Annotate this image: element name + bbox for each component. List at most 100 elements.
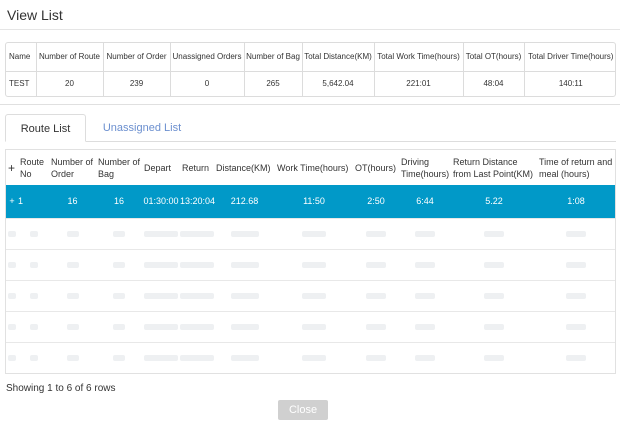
summary-cell: 48:04	[463, 71, 525, 96]
summary-cell: 221:01	[374, 71, 464, 96]
placeholder-cell	[49, 341, 96, 373]
skeleton-bar	[230, 293, 259, 300]
header-driving-time[interactable]: Driving Time(hours)	[399, 150, 451, 185]
placeholder-cell	[142, 341, 180, 373]
skeleton-bar	[66, 293, 79, 300]
cell-work-time: 11:50	[275, 185, 353, 218]
summary-header-unassigned: Unassigned Orders	[170, 43, 245, 72]
placeholder-cell	[142, 279, 180, 311]
skeleton-bar	[566, 293, 586, 300]
header-return[interactable]: Return	[180, 150, 214, 185]
skeleton-bar	[29, 293, 38, 300]
skeleton-bar	[566, 355, 586, 362]
header-route-no[interactable]: Route No	[18, 150, 49, 185]
placeholder-cell	[353, 310, 399, 342]
skeleton-bar	[180, 355, 214, 362]
header-number-of-bag[interactable]: Number of Bag	[96, 150, 142, 185]
placeholder-cell	[353, 341, 399, 373]
placeholder-cell	[142, 217, 180, 249]
summary-cell: TEST	[6, 71, 37, 96]
placeholder-row	[6, 248, 615, 280]
placeholder-cell	[537, 217, 615, 249]
table-row[interactable]: + 1 16 16 01:30:00 13:20:04 212.68 11:50…	[6, 185, 615, 218]
skeleton-bar	[484, 293, 504, 300]
placeholder-cell	[96, 341, 142, 373]
header-ot[interactable]: OT(hours)	[353, 150, 399, 185]
placeholder-cell	[214, 217, 275, 249]
header-return-distance[interactable]: Return Distance from Last Point(KM)	[451, 150, 537, 185]
header-distance[interactable]: Distance(KM)	[214, 150, 275, 185]
placeholder-row	[6, 310, 615, 342]
placeholder-cell	[142, 248, 180, 280]
summary-row: TEST 20 239 0 265 5,642.04 221:01 48:04 …	[6, 71, 615, 96]
header-work-time[interactable]: Work Time(hours)	[275, 150, 353, 185]
expand-row-icon[interactable]: +	[6, 185, 18, 218]
header-number-of-order[interactable]: Number of Order	[49, 150, 96, 185]
placeholder-cell	[451, 310, 537, 342]
placeholder-cell	[180, 248, 214, 280]
placeholder-row	[6, 279, 615, 311]
placeholder-cell	[214, 310, 275, 342]
close-button[interactable]: Close	[278, 400, 328, 420]
cell-return-distance: 5.22	[451, 185, 537, 218]
header-return-meal-time[interactable]: Time of return and meal (hours)	[537, 150, 615, 185]
skeleton-bar	[302, 231, 326, 238]
tab-unassigned-list[interactable]: Unassigned List	[87, 114, 197, 142]
placeholder-cell	[6, 341, 18, 373]
placeholder-cell	[353, 279, 399, 311]
placeholder-cell	[142, 310, 180, 342]
placeholder-cell	[399, 279, 451, 311]
cell-driving: 6:44	[399, 185, 451, 218]
skeleton-bar	[230, 324, 259, 331]
skeleton-bar	[29, 231, 38, 238]
placeholder-cell	[180, 279, 214, 311]
cell-depart: 01:30:00	[142, 185, 180, 218]
placeholder-cell	[214, 248, 275, 280]
placeholder-cell	[6, 248, 18, 280]
skeleton-bar	[66, 324, 79, 331]
placeholder-cell	[214, 279, 275, 311]
placeholder-cell	[399, 248, 451, 280]
placeholder-cell	[275, 217, 353, 249]
summary-cell: 239	[103, 71, 171, 96]
placeholder-cell	[18, 248, 49, 280]
skeleton-bar	[366, 355, 386, 362]
skeleton-bar	[180, 293, 214, 300]
placeholder-cell	[399, 341, 451, 373]
cell-distance: 212.68	[214, 185, 275, 218]
placeholder-cell	[96, 248, 142, 280]
header-depart[interactable]: Depart	[142, 150, 180, 185]
summary-cell: 20	[36, 71, 104, 96]
placeholder-cell	[451, 341, 537, 373]
skeleton-bar	[484, 262, 504, 269]
placeholder-cell	[6, 310, 18, 342]
placeholder-row	[6, 217, 615, 249]
placeholder-cell	[180, 217, 214, 249]
skeleton-bar	[484, 324, 504, 331]
skeleton-bar	[29, 262, 38, 269]
skeleton-bar	[415, 293, 435, 300]
tab-route-list[interactable]: Route List	[5, 114, 86, 142]
route-table: + Route No Number of Order Number of Bag…	[5, 149, 616, 374]
title-divider	[0, 29, 620, 30]
skeleton-bar	[415, 231, 435, 238]
skeleton-bar	[144, 324, 178, 331]
pagination-status: Showing 1 to 6 of 6 rows	[6, 383, 116, 394]
placeholder-cell	[275, 341, 353, 373]
placeholder-cell	[451, 279, 537, 311]
skeleton-bar	[144, 262, 178, 269]
placeholder-cell	[451, 217, 537, 249]
summary-header-work-time: Total Work Time(hours)	[374, 43, 464, 72]
skeleton-bar	[66, 355, 79, 362]
skeleton-bar	[484, 231, 504, 238]
placeholder-cell	[6, 217, 18, 249]
skeleton-bar	[415, 262, 435, 269]
skeleton-bar	[366, 262, 386, 269]
summary-header-routes: Number of Route	[36, 43, 104, 72]
expand-all-icon[interactable]: +	[6, 150, 18, 185]
skeleton-bar	[8, 262, 16, 269]
placeholder-cell	[537, 341, 615, 373]
skeleton-bar	[366, 293, 386, 300]
placeholder-cell	[537, 310, 615, 342]
skeleton-bar	[302, 293, 326, 300]
